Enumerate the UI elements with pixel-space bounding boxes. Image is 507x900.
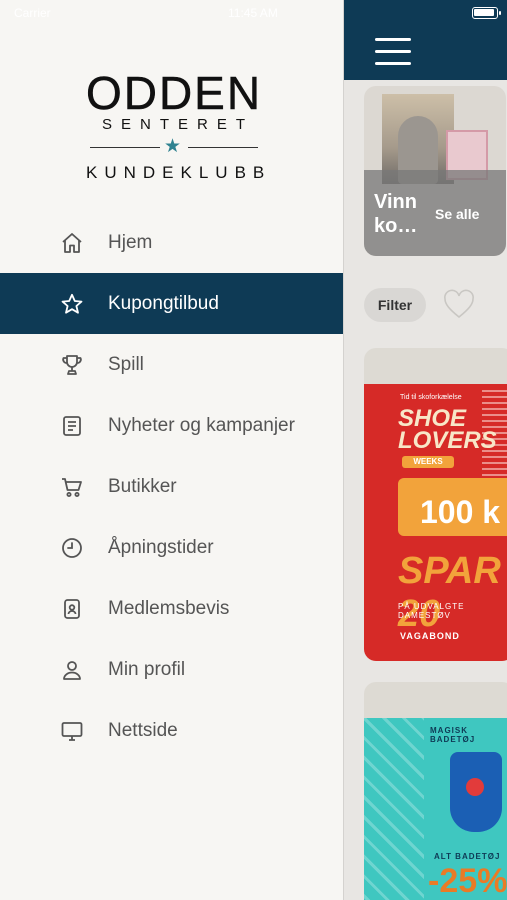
coupon-card[interactable]: MAGISK BADETØJ ALT BADETØJ -25% bbox=[364, 682, 507, 900]
menu-item-hjem[interactable]: Hjem bbox=[0, 212, 343, 273]
news-icon bbox=[60, 414, 84, 438]
status-time: 11:45 AM bbox=[228, 6, 278, 20]
coupon-spar: SPAR 20 bbox=[398, 550, 501, 635]
drawer-menu: Hjem Kupongtilbud Spill Nyheter og kampa… bbox=[0, 212, 343, 761]
odden-logo: ODDEN SENTERET ★ KUNDEKLUBB bbox=[80, 70, 268, 190]
clock-icon bbox=[60, 536, 84, 560]
star-icon bbox=[60, 292, 84, 316]
coupon-tagline: Tid til skoforkælelse bbox=[400, 394, 462, 401]
monitor-icon bbox=[60, 719, 84, 743]
battery-icon bbox=[472, 7, 501, 19]
menu-item-spill[interactable]: Spill bbox=[0, 334, 343, 395]
menu-item-butikker[interactable]: Butikker bbox=[0, 456, 343, 517]
coupon-shoe-lovers: SHOE LOVERS bbox=[398, 405, 497, 454]
logo-club: KUNDEKLUBB bbox=[86, 163, 272, 182]
trophy-icon bbox=[60, 353, 84, 377]
filter-button[interactable]: Filter bbox=[364, 288, 426, 322]
see-all-link[interactable]: Se alle bbox=[435, 206, 479, 222]
menu-item-label: Kupongtilbud bbox=[108, 292, 219, 314]
status-bar: Carrier 11:45 AM bbox=[0, 0, 507, 26]
coupon-pattern bbox=[364, 718, 424, 900]
menu-item-label: Hjem bbox=[108, 231, 153, 253]
menu-item-kupongtilbud[interactable]: Kupongtilbud bbox=[0, 273, 343, 334]
menu-item-label: Butikker bbox=[108, 475, 177, 497]
member-card-icon bbox=[60, 597, 84, 621]
coupon-brand: VAGABOND bbox=[400, 631, 460, 641]
coupon-value: 100 k bbox=[420, 494, 501, 530]
coupon-card[interactable]: Tid til skoforkælelse SHOE LOVERS WEEKS … bbox=[364, 348, 507, 661]
menu-item-min-profil[interactable]: Min profil bbox=[0, 639, 343, 700]
menu-item-medlemsbevis[interactable]: Medlemsbevis bbox=[0, 578, 343, 639]
coupon-headline: MAGISK BADETØJ bbox=[430, 726, 476, 744]
menu-hamburger-icon[interactable] bbox=[375, 38, 411, 66]
promo-card[interactable]: Vinn ko… Se alle bbox=[364, 86, 506, 256]
menu-item-label: Nyheter og kampanjer bbox=[108, 414, 295, 436]
logo-word: ODDEN bbox=[85, 67, 263, 119]
promo-title: Vinn ko… bbox=[374, 191, 418, 237]
coupon-subtitle: ALT BADETØJ bbox=[434, 852, 501, 861]
logo-star-icon: ★ bbox=[164, 136, 182, 157]
menu-item-label: Medlemsbevis bbox=[108, 597, 230, 619]
cherry-graphic bbox=[466, 778, 484, 796]
menu-item-apningstider[interactable]: Åpningstider bbox=[0, 517, 343, 578]
menu-item-label: Min profil bbox=[108, 658, 186, 680]
home-icon bbox=[60, 231, 84, 255]
logo-subtitle: SENTERET bbox=[101, 116, 254, 133]
coupon-weeks: WEEKS bbox=[402, 456, 454, 468]
menu-item-label: Åpningstider bbox=[108, 536, 214, 558]
coupon-discount: -25% bbox=[428, 862, 507, 900]
favorite-heart-icon[interactable] bbox=[443, 289, 475, 321]
menu-item-nyheter[interactable]: Nyheter og kampanjer bbox=[0, 395, 343, 456]
navigation-drawer: ODDEN SENTERET ★ KUNDEKLUBB Hjem Kupongt… bbox=[0, 0, 343, 900]
carrier-label: Carrier bbox=[14, 6, 51, 20]
menu-item-label: Nettside bbox=[108, 719, 178, 741]
coupon-description: PÅ UDVALGTE DAMESTØV bbox=[398, 602, 465, 620]
menu-item-nettside[interactable]: Nettside bbox=[0, 700, 343, 761]
user-icon bbox=[60, 658, 84, 682]
main-content: Vinn ko… Se alle Filter Tid til skoforkæ… bbox=[343, 0, 507, 900]
logo-divider: ★ bbox=[80, 137, 268, 157]
cart-icon bbox=[60, 475, 84, 499]
menu-item-label: Spill bbox=[108, 353, 144, 375]
